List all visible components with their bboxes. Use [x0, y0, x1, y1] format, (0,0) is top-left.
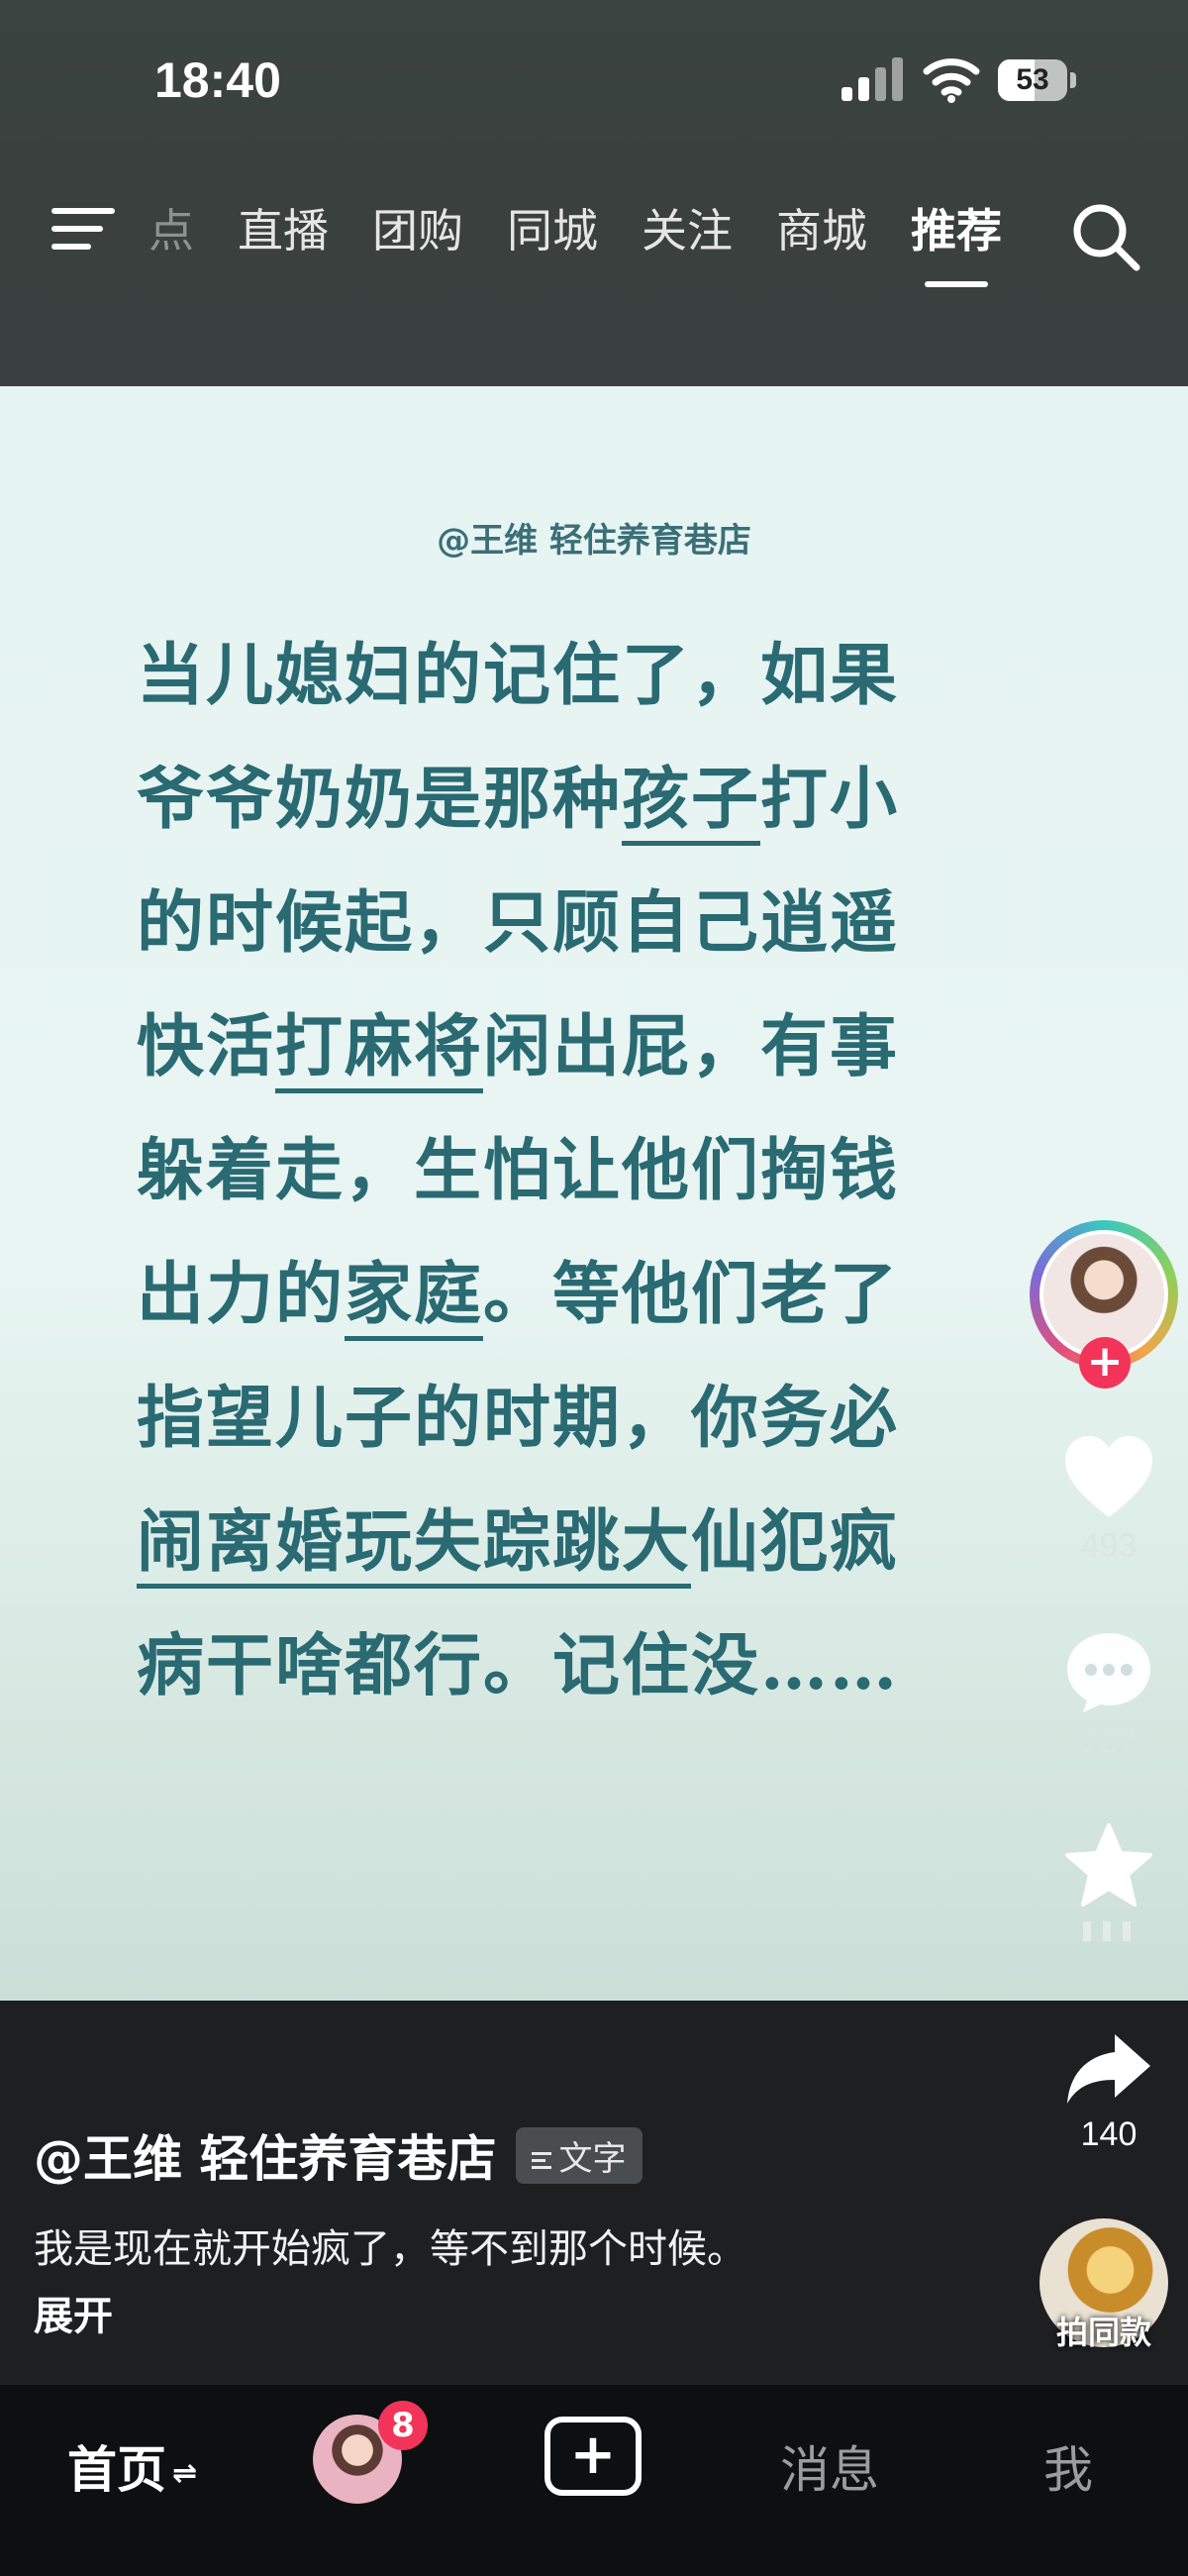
top-nav: 点 直播 团购 同城 关注 商城 推荐 — [0, 168, 1188, 386]
share-arrow-icon — [1067, 2034, 1150, 2104]
heart-icon — [1065, 1436, 1152, 1517]
create-post-button[interactable]: + — [544, 2417, 642, 2496]
bottom-tab-bar: 首页 ⇌ 8 + 消息 我 — [0, 2385, 1188, 2576]
comment-button[interactable]: 127 — [1049, 1629, 1168, 1761]
tab-messages[interactable]: 消息 — [780, 2430, 879, 2502]
comment-count: 127 — [1080, 1722, 1138, 1760]
video-text-line: 指望儿子的时期，你务必 — [137, 1379, 900, 1458]
video-caption: @王维 轻住养育巷店 文字 我是现在就开始疯了，等不到那个时候。 展开 — [34, 2119, 1024, 2341]
video-text-line: 病干啥都行。记住没…… — [137, 1626, 900, 1705]
swap-icon: ⇌ — [172, 2456, 198, 2491]
type-badge-label: 文字 — [558, 2138, 627, 2179]
caption-author-link[interactable]: @王维 轻住养育巷店 — [34, 2119, 496, 2191]
underlined-phrase: 孩子 — [622, 760, 761, 846]
favorite-button[interactable] — [1049, 1822, 1168, 1941]
like-count: 493 — [1080, 1527, 1138, 1565]
video-text-line: 躲着走，生怕让他们掏钱 — [137, 1131, 900, 1210]
plus-icon: + — [569, 2422, 617, 2487]
same-style-label[interactable]: 拍同款 — [1020, 2308, 1188, 2353]
status-bar: 18:40 53 — [0, 0, 1188, 168]
star-icon — [1065, 1823, 1152, 1906]
favorite-count-obscured-icon — [1083, 1921, 1131, 1941]
comment-icon — [1067, 1633, 1150, 1712]
video-text-line: 出力的家庭。等他们老了 — [137, 1233, 1047, 1357]
video-watermark-author: @王维 轻住养育巷店 — [437, 521, 751, 561]
expand-caption-link[interactable]: 展开 — [34, 2284, 1024, 2341]
video-text-line: 当儿媳妇的记住了，如果 — [137, 636, 900, 715]
battery-level: 53 — [1016, 63, 1049, 96]
cellular-signal-icon — [842, 57, 903, 101]
menu-icon[interactable] — [51, 204, 115, 254]
underlined-phrase: 家庭 — [345, 1255, 484, 1341]
caption-text: 我是现在就开始疯了，等不到那个时候。 — [34, 2226, 746, 2272]
tab-live[interactable]: 直播 — [238, 196, 329, 265]
tab-mall[interactable]: 商城 — [776, 196, 867, 265]
like-button[interactable]: 493 — [1049, 1434, 1168, 1566]
friends-notification-badge: 8 — [378, 2401, 428, 2450]
video-text-line: 的时候起，只顾自己逍遥 — [137, 883, 900, 963]
share-button[interactable]: 140 — [1049, 2030, 1168, 2154]
video-text-line: 爷爷奶奶是那种孩子打小 — [137, 738, 1047, 862]
nav-tabs: 点 直播 团购 同城 关注 商城 推荐 — [148, 196, 1045, 287]
wifi-icon — [923, 58, 980, 103]
underlined-phrase: 闹离婚玩失踪跳大 — [137, 1502, 692, 1589]
video-text-line: 闹离婚玩失踪跳大仙犯疯 — [137, 1481, 1047, 1604]
video-text-block: 当儿媳妇的记住了，如果 爷爷奶奶是那种孩子打小 的时候起，只顾自己逍遥 快活打麻… — [137, 614, 1047, 1728]
text-type-badge: 文字 — [515, 2126, 643, 2184]
status-time: 18:40 — [154, 52, 281, 108]
tab-recommended[interactable]: 推荐 — [911, 196, 1002, 287]
author-avatar[interactable]: + — [1030, 1220, 1178, 1389]
battery-icon: 53 — [998, 59, 1079, 101]
tab-group-buy[interactable]: 团购 — [372, 196, 463, 265]
tab-home[interactable]: 首页 ⇌ — [67, 2430, 197, 2502]
tab-local[interactable]: 同城 — [507, 196, 598, 265]
share-count: 140 — [1080, 2115, 1138, 2153]
video-text-line: 快活打麻将闲出屁，有事 — [137, 985, 1047, 1109]
tab-following[interactable]: 关注 — [642, 196, 733, 265]
follow-button[interactable]: + — [1079, 1337, 1131, 1389]
tab-me[interactable]: 我 — [1043, 2430, 1093, 2502]
underlined-phrase: 打麻将 — [275, 1007, 484, 1093]
tab-home-label: 首页 — [67, 2441, 166, 2499]
video-content[interactable]: @王维 轻住养育巷店 当儿媳妇的记住了，如果 爷爷奶奶是那种孩子打小 的时候起，… — [0, 386, 1188, 2001]
text-lines-icon — [531, 2148, 551, 2173]
search-icon[interactable] — [1069, 200, 1142, 273]
tab-partial[interactable]: 点 — [148, 196, 194, 265]
